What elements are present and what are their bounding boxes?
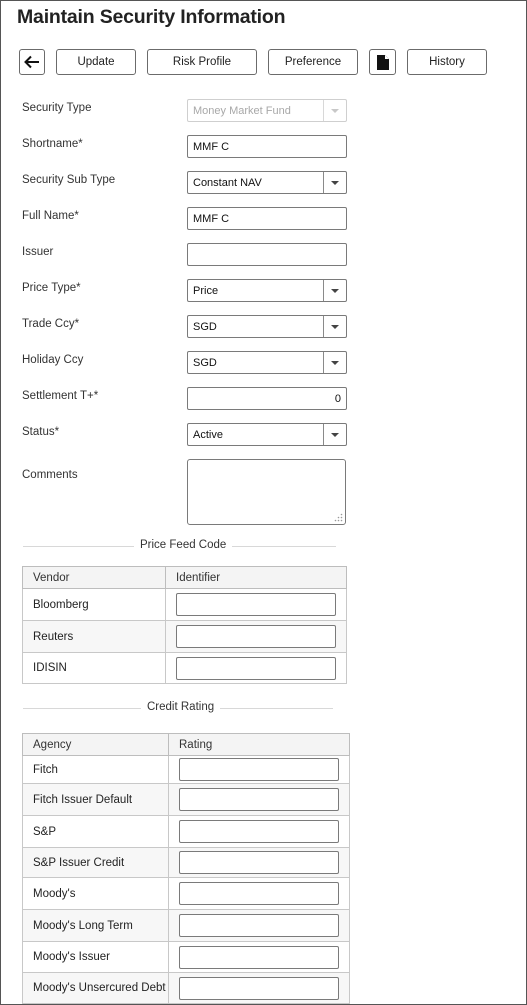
status-select[interactable]: Active xyxy=(187,423,347,446)
table-row: Moody's xyxy=(22,877,350,910)
holiday-ccy-value: SGD xyxy=(193,356,217,369)
price-feed-table: Vendor Identifier Bloomberg Reuters IDIS… xyxy=(22,566,347,684)
credit-rating-title: Credit Rating xyxy=(141,701,221,713)
history-button[interactable]: History xyxy=(407,49,487,75)
agency-cell: Fitch xyxy=(22,755,169,784)
arrow-left-icon xyxy=(24,55,39,69)
chevron-down-icon[interactable] xyxy=(323,424,346,445)
risk-profile-button[interactable]: Risk Profile xyxy=(147,49,257,75)
security-type-select: Money Market Fund xyxy=(187,99,347,122)
trade-ccy-value: SGD xyxy=(193,320,217,333)
update-button[interactable]: Update xyxy=(56,49,136,75)
security-type-value: Money Market Fund xyxy=(193,104,291,117)
rating-input[interactable] xyxy=(179,976,339,1000)
table-row: Moody's Issuer xyxy=(22,941,350,973)
vendor-cell: IDISIN xyxy=(22,652,166,684)
rating-input[interactable] xyxy=(179,945,339,969)
security-sub-type-select[interactable]: Constant NAV xyxy=(187,171,347,194)
rating-input[interactable] xyxy=(179,851,339,874)
preference-button[interactable]: Preference xyxy=(268,49,358,75)
status-label: Status* xyxy=(22,426,60,438)
chevron-down-icon[interactable] xyxy=(323,172,346,193)
trade-ccy-select[interactable]: SGD xyxy=(187,315,347,338)
agency-cell: Moody's Issuer xyxy=(22,941,169,973)
price-type-label: Price Type* xyxy=(22,282,81,294)
page-frame: Maintain Security Information Update Ris… xyxy=(0,0,527,1005)
comments-label: Comments xyxy=(22,469,78,481)
identifier-column-header: Identifier xyxy=(165,566,347,589)
agency-column-header: Agency xyxy=(22,733,169,756)
agency-cell: S&P xyxy=(22,815,169,848)
table-row: IDISIN xyxy=(22,652,347,684)
security-type-label: Security Type xyxy=(22,102,92,114)
rating-input[interactable] xyxy=(179,882,339,905)
chevron-down-icon[interactable] xyxy=(323,352,346,373)
table-row: Moody's Unsercured Debt xyxy=(22,972,350,1004)
shortname-label: Shortname* xyxy=(22,138,83,150)
table-row: S&P xyxy=(22,815,350,848)
identifier-input[interactable] xyxy=(176,593,336,616)
credit-rating-table: Agency Rating Fitch Fitch Issuer Default… xyxy=(22,733,350,1004)
holiday-ccy-label: Holiday Ccy xyxy=(22,354,84,366)
table-row: Bloomberg xyxy=(22,588,347,621)
identifier-input[interactable] xyxy=(176,656,336,680)
table-row: Fitch xyxy=(22,755,350,784)
agency-cell: Moody's Long Term xyxy=(22,909,169,942)
table-row: S&P Issuer Credit xyxy=(22,847,350,878)
rating-input[interactable] xyxy=(179,914,339,937)
agency-cell: Moody's xyxy=(22,877,169,910)
security-sub-type-label: Security Sub Type xyxy=(22,174,116,186)
document-button[interactable] xyxy=(369,49,396,75)
rating-column-header: Rating xyxy=(168,733,350,756)
rating-input[interactable] xyxy=(179,788,339,811)
vendor-cell: Bloomberg xyxy=(22,588,166,621)
trade-ccy-label: Trade Ccy* xyxy=(22,318,80,330)
settlement-input[interactable]: 0 xyxy=(187,387,347,410)
holiday-ccy-select[interactable]: SGD xyxy=(187,351,347,374)
issuer-input[interactable] xyxy=(187,243,347,266)
table-row: Moody's Long Term xyxy=(22,909,350,942)
settlement-label: Settlement T+* xyxy=(22,390,99,402)
security-sub-type-value: Constant NAV xyxy=(193,176,262,189)
vendor-column-header: Vendor xyxy=(22,566,166,589)
chevron-down-icon[interactable] xyxy=(323,280,346,301)
vendor-cell: Reuters xyxy=(22,620,166,653)
status-value: Active xyxy=(193,428,223,441)
shortname-input[interactable]: MMF C xyxy=(187,135,347,158)
full-name-input[interactable]: MMF C xyxy=(187,207,347,230)
agency-cell: Moody's Unsercured Debt xyxy=(22,972,169,1004)
price-feed-title: Price Feed Code xyxy=(134,539,233,551)
comments-textarea[interactable] xyxy=(187,459,346,525)
price-type-select[interactable]: Price xyxy=(187,279,347,302)
chevron-down-icon[interactable] xyxy=(323,316,346,337)
document-icon xyxy=(376,54,389,70)
price-type-value: Price xyxy=(193,284,219,297)
rating-input[interactable] xyxy=(179,820,339,843)
chevron-down-icon xyxy=(323,100,346,121)
back-button[interactable] xyxy=(19,49,45,75)
full-name-label: Full Name* xyxy=(22,210,79,222)
issuer-label: Issuer xyxy=(22,246,54,258)
agency-cell: S&P Issuer Credit xyxy=(22,847,169,878)
identifier-input[interactable] xyxy=(176,625,336,648)
agency-cell: Fitch Issuer Default xyxy=(22,783,169,816)
rating-input[interactable] xyxy=(179,758,339,781)
resize-grip-icon[interactable] xyxy=(334,513,343,522)
table-row: Fitch Issuer Default xyxy=(22,783,350,816)
table-row: Reuters xyxy=(22,620,347,653)
page-title: Maintain Security Information xyxy=(17,6,286,28)
